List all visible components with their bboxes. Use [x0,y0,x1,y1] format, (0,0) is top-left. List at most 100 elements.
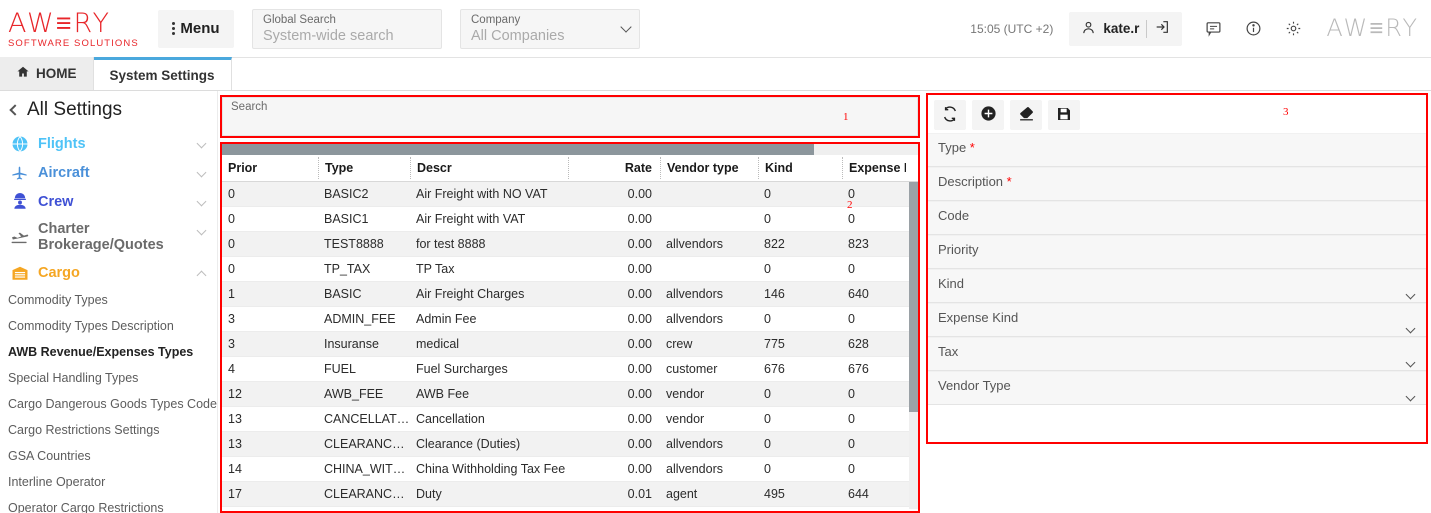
field-type[interactable]: Type * [928,133,1426,167]
save-button[interactable] [1048,100,1080,130]
logout-icon[interactable] [1154,19,1170,38]
table-row[interactable]: 0TP_TAXTP Tax0.0000 [222,257,918,282]
sidebar-item-cargo-dangerous-goods-types-codes[interactable]: Cargo Dangerous Goods Types Codes [0,391,217,417]
field-expense-kind[interactable]: Expense Kind [928,303,1426,337]
awery-logo[interactable]: AW≡RY SOFTWARE SOLUTIONS [8,9,138,49]
table-row[interactable]: 14CHINA_WITH…China Withholding Tax Fee0.… [222,457,918,482]
add-button[interactable] [972,100,1004,130]
company-select-label: Company [471,13,629,27]
chevron-up-icon [197,271,207,281]
tab-home-label: HOME [36,66,77,81]
global-search-input[interactable]: Global Search System-wide search [252,9,442,49]
table-row[interactable]: 3ADMIN_FEEAdmin Fee0.00allvendors00 [222,307,918,332]
cell-prior: 4 [222,362,318,376]
field-code[interactable]: Code [928,201,1426,235]
grid-search-panel[interactable]: Search 1 [222,97,918,136]
table-row[interactable]: 0BASIC2Air Freight with NO VAT0.0000 [222,182,918,207]
table-row[interactable]: 18VATClearance (VAT)0.00agent00 [222,507,918,511]
chevron-down-icon[interactable] [1406,392,1416,402]
company-select[interactable]: Company All Companies [460,9,640,49]
sidebar-group-cargo[interactable]: Cargo [0,258,217,287]
sidebar-item-interline-operator[interactable]: Interline Operator [0,469,217,495]
cell-prior: 0 [222,262,318,276]
column-header-descr[interactable]: Descr [410,157,568,179]
grid-vertical-scroll-thumb[interactable] [909,182,918,412]
sidebar-group-flights[interactable]: Flights [0,129,217,158]
field-priority[interactable]: Priority [928,235,1426,269]
field-tax[interactable]: Tax [928,337,1426,371]
field-label: Description [938,174,1003,189]
sidebar-item-commodity-types[interactable]: Commodity Types [0,287,217,313]
table-row[interactable]: 13CANCELLATI…Cancellation0.00vendor00 [222,407,918,432]
cell-rate: 0.01 [568,487,660,501]
cell-vendor-type: vendor [660,387,758,401]
tab-system-settings[interactable]: System Settings [94,57,232,90]
column-header-rate[interactable]: Rate [568,157,660,179]
table-row[interactable]: 3Insuransemedical0.00crew775628 [222,332,918,357]
chevron-down-icon[interactable] [1406,324,1416,334]
sidebar-item-commodity-types-description[interactable]: Commodity Types Description [0,313,217,339]
chevron-down-icon[interactable] [1406,290,1416,300]
sidebar-group-aircraft[interactable]: Aircraft [0,158,217,187]
cell-descr: Air Freight with VAT [410,212,568,226]
cell-expense-kind: 644 [842,487,906,501]
table-row[interactable]: 12AWB_FEEAWB Fee0.00vendor00 [222,382,918,407]
logo-wordmark: AW≡RY [8,9,138,39]
warehouse-icon [10,263,29,282]
table-row[interactable]: 13CLEARANCE_…Clearance (Duties)0.00allve… [222,432,918,457]
cell-prior: 3 [222,312,318,326]
grid-horizontal-scroll-thumb[interactable] [222,144,814,155]
sidebar-item-cargo-restrictions-settings[interactable]: Cargo Restrictions Settings [0,417,217,443]
table-row[interactable]: 4FUELFuel Surcharges0.00customer676676 [222,357,918,382]
chevron-down-icon[interactable] [1406,358,1416,368]
cell-type: BASIC1 [318,212,410,226]
sidebar-item-awb-revenue-expenses-types[interactable]: AWB Revenue/Expenses Types [0,339,217,365]
cell-rate: 0.00 [568,212,660,226]
cell-descr: TP Tax [410,262,568,276]
awb-types-grid[interactable]: Prior Type Descr Rate Vendor type Kind E… [222,144,918,511]
column-header-type[interactable]: Type [318,157,410,179]
cell-type: CHINA_WITH… [318,462,410,476]
sidebar-group-crew-label: Crew [38,194,73,210]
chat-icon[interactable] [1198,14,1228,44]
tab-home[interactable]: HOME [0,57,94,90]
all-settings-back[interactable]: All Settings [0,91,217,129]
column-header-expense-kind[interactable]: Expense Kind [842,157,906,179]
clear-button[interactable] [1010,100,1042,130]
field-label: Priority [938,242,978,257]
sidebar-item-operator-cargo-restrictions[interactable]: Operator Cargo Restrictions [0,495,217,513]
column-header-vendor-type[interactable]: Vendor type [660,157,758,179]
sidebar-group-charter-brokerage-quotes[interactable]: Charter Brokerage/Quotes [0,216,217,258]
sidebar-item-gsa-countries[interactable]: GSA Countries [0,443,217,469]
cell-rate: 0.00 [568,287,660,301]
sidebar-group-charter-label: Charter Brokerage/Quotes [38,221,209,253]
column-header-prior[interactable]: Prior [222,157,318,179]
cell-prior: 13 [222,412,318,426]
cell-prior: 17 [222,487,318,501]
grid-area: Search 1 Prior Type Descr Rate Vendor ty… [218,91,924,513]
table-row[interactable]: 0BASIC1Air Freight with VAT0.0000 [222,207,918,232]
grid-horizontal-scrollbar[interactable] [222,144,918,155]
table-row[interactable]: 0TEST8888for test 88880.00allvendors8228… [222,232,918,257]
column-header-kind[interactable]: Kind [758,157,842,179]
refresh-button[interactable] [934,100,966,130]
settings-sidebar[interactable]: All Settings Flights Aircraft [0,91,218,513]
cell-rate: 0.00 [568,362,660,376]
cell-descr: Admin Fee [410,312,568,326]
field-description[interactable]: Description * [928,167,1426,201]
refresh-icon [942,106,958,125]
field-kind[interactable]: Kind [928,269,1426,303]
info-icon[interactable] [1238,14,1268,44]
menu-button[interactable]: Menu [158,10,234,48]
table-row[interactable]: 1BASICAir Freight Charges0.00allvendors1… [222,282,918,307]
user-menu[interactable]: kate.r [1069,12,1182,46]
cell-kind: 0 [758,187,842,201]
table-row[interactable]: 17CLEARANCE_…Duty0.01agent495644 [222,482,918,507]
sidebar-item-special-handling-types[interactable]: Special Handling Types [0,365,217,391]
field-vendor-type[interactable]: Vendor Type [928,371,1426,405]
cell-expense-kind: 0 [842,412,906,426]
gear-icon[interactable] [1278,14,1308,44]
username-label: kate.r [1103,21,1139,36]
grid-header-row: Prior Type Descr Rate Vendor type Kind E… [222,155,918,182]
sidebar-group-crew[interactable]: Crew [0,187,217,216]
